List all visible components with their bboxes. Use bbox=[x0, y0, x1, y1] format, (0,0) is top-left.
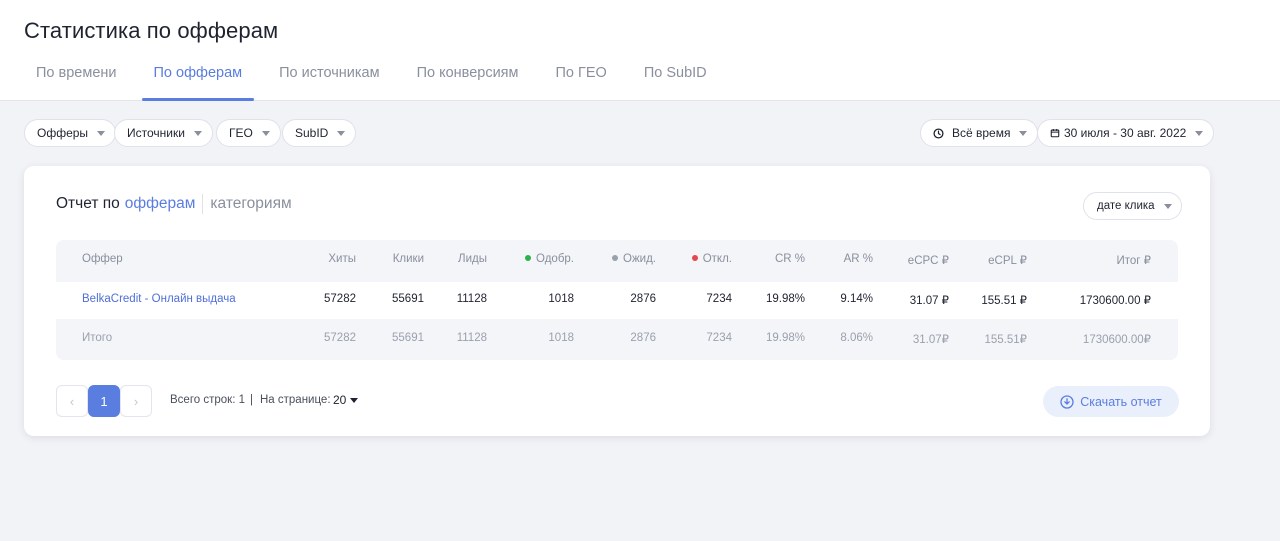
offer-name-link[interactable]: BelkaCredit - Онлайн выдача bbox=[82, 293, 236, 305]
total-ecpl: 155.51₽ bbox=[984, 334, 1028, 346]
calendar-icon bbox=[1050, 128, 1060, 138]
chevron-down-icon bbox=[1019, 130, 1028, 136]
chevron-down-icon bbox=[1163, 203, 1172, 209]
column-header-hits[interactable]: Хиты bbox=[328, 253, 356, 265]
table-row: BelkaCredit - Онлайн выдача 57282 55691 … bbox=[56, 282, 1178, 319]
chevron-down-icon bbox=[193, 130, 202, 136]
report-by-offers-toggle[interactable]: офферам bbox=[125, 195, 196, 213]
tab-by-subid[interactable]: По SubID bbox=[632, 58, 719, 100]
pager-divider: | bbox=[250, 394, 253, 406]
report-by-categories-toggle[interactable]: категориям bbox=[210, 195, 291, 213]
total-pending: 2876 bbox=[630, 332, 656, 344]
download-icon bbox=[1060, 394, 1074, 409]
report-title: Отчет по офферам категориям bbox=[56, 194, 292, 214]
per-page-dropdown[interactable]: 20 bbox=[333, 393, 359, 407]
subid-filter-label: SubID bbox=[295, 126, 329, 140]
column-header-offer[interactable]: Оффер bbox=[82, 253, 123, 265]
title-divider bbox=[202, 194, 204, 214]
total-cr: 19.98% bbox=[765, 332, 805, 344]
sources-filter-dropdown[interactable]: Источники bbox=[114, 119, 213, 147]
offers-filter-dropdown[interactable]: Офферы bbox=[24, 119, 117, 147]
geo-filter-dropdown[interactable]: ГЕО bbox=[216, 119, 281, 147]
offers-filter-label: Офферы bbox=[37, 126, 89, 140]
cell-hits: 57282 bbox=[324, 293, 356, 305]
page-title: Статистика по офферам bbox=[24, 18, 279, 43]
table-header: Оффер Хиты Клики Лиды Одобр. Ожид. Откл.… bbox=[56, 240, 1178, 282]
chevron-down-icon bbox=[97, 130, 106, 136]
offers-table: Оффер Хиты Клики Лиды Одобр. Ожид. Откл.… bbox=[56, 240, 1178, 360]
cell-total: 1730600.00 ₽ bbox=[1079, 295, 1151, 307]
geo-filter-label: ГЕО bbox=[229, 126, 253, 140]
column-header-rejected-label: Откл. bbox=[702, 253, 732, 265]
totals-label: Итого bbox=[82, 332, 113, 344]
tab-by-geo[interactable]: По ГЕО bbox=[544, 58, 619, 100]
total-leads: 11128 bbox=[456, 332, 487, 344]
tab-bar: По времени По офферам По источникам По к… bbox=[24, 58, 732, 101]
pending-status-dot-icon bbox=[612, 255, 619, 261]
chevron-down-icon bbox=[337, 130, 346, 136]
total-clicks: 55691 bbox=[392, 332, 424, 344]
cell-leads: 11128 bbox=[456, 293, 487, 305]
column-header-total[interactable]: Итог ₽ bbox=[1116, 253, 1151, 267]
chevron-down-icon bbox=[261, 130, 270, 136]
total-ecpc: 31.07₽ bbox=[912, 334, 949, 346]
date-range-label: 30 июля - 30 авг. 2022 bbox=[1064, 126, 1187, 140]
sources-filter-label: Источники bbox=[127, 126, 185, 140]
period-label: Всё время bbox=[952, 126, 1011, 140]
cell-approved: 1018 bbox=[548, 293, 574, 305]
total-amount: 1730600.00₽ bbox=[1082, 334, 1151, 346]
column-header-ar[interactable]: AR % bbox=[844, 253, 873, 265]
column-header-pending-label: Ожид. bbox=[623, 253, 656, 265]
approved-status-dot-icon bbox=[525, 255, 532, 261]
tab-by-time[interactable]: По времени bbox=[24, 58, 129, 100]
page-header: Статистика по офферам По времени По оффе… bbox=[0, 0, 1280, 101]
total-rows-count: Всего строк: 1 bbox=[170, 394, 245, 406]
table-totals-row: Итого 57282 55691 11128 1018 2876 7234 1… bbox=[56, 319, 1178, 360]
per-page-label: На странице: bbox=[260, 394, 331, 406]
column-header-cr[interactable]: CR % bbox=[775, 253, 805, 265]
chevron-down-icon bbox=[1195, 130, 1204, 136]
column-header-pending[interactable]: Ожид. bbox=[612, 253, 656, 265]
download-report-label: Скачать отчет bbox=[1080, 394, 1162, 409]
cell-cr: 19.98% bbox=[765, 293, 805, 305]
cell-pending: 2876 bbox=[630, 293, 656, 305]
prev-page-button[interactable]: ‹ bbox=[56, 385, 88, 417]
tab-by-sources[interactable]: По источникам bbox=[267, 58, 391, 100]
sort-by-dropdown[interactable]: дате клика bbox=[1083, 192, 1182, 220]
date-range-picker[interactable]: 30 июля - 30 авг. 2022 bbox=[1037, 119, 1215, 147]
subid-filter-dropdown[interactable]: SubID bbox=[282, 119, 357, 147]
tab-by-conversions[interactable]: По конверсиям bbox=[405, 58, 531, 100]
cell-ecpl: 155.51 ₽ bbox=[981, 295, 1027, 307]
total-rejected: 7234 bbox=[706, 332, 732, 344]
clock-icon bbox=[933, 127, 944, 139]
column-header-approved[interactable]: Одобр. bbox=[525, 253, 574, 265]
tab-by-offers[interactable]: По офферам bbox=[141, 58, 255, 101]
total-approved: 1018 bbox=[548, 332, 574, 344]
cell-ar: 9.14% bbox=[840, 293, 873, 305]
next-page-button[interactable]: › bbox=[120, 385, 152, 417]
page-1-button[interactable]: 1 bbox=[88, 385, 120, 417]
report-title-prefix: Отчет по bbox=[56, 195, 120, 212]
cell-clicks: 55691 bbox=[392, 293, 424, 305]
total-ar: 8.06% bbox=[840, 332, 873, 344]
column-header-rejected[interactable]: Откл. bbox=[691, 253, 732, 265]
period-dropdown[interactable]: Всё время bbox=[920, 119, 1039, 147]
total-hits: 57282 bbox=[324, 332, 356, 344]
column-header-ecpl[interactable]: eCPL ₽ bbox=[988, 253, 1027, 267]
rejected-status-dot-icon bbox=[691, 255, 698, 261]
cell-ecpc: 31.07 ₽ bbox=[909, 295, 949, 307]
column-header-approved-label: Одобр. bbox=[536, 253, 574, 265]
column-header-leads[interactable]: Лиды bbox=[458, 253, 487, 265]
cell-rejected: 7234 bbox=[706, 293, 732, 305]
column-header-ecpc[interactable]: eCPC ₽ bbox=[908, 253, 949, 267]
sort-by-label: дате клика bbox=[1097, 200, 1155, 212]
column-header-clicks[interactable]: Клики bbox=[393, 253, 424, 265]
chevron-down-icon bbox=[350, 397, 359, 403]
report-card: Отчет по офферам категориям дате клика О… bbox=[24, 166, 1210, 436]
per-page-value: 20 bbox=[333, 393, 347, 407]
download-report-button[interactable]: Скачать отчет bbox=[1043, 386, 1179, 417]
